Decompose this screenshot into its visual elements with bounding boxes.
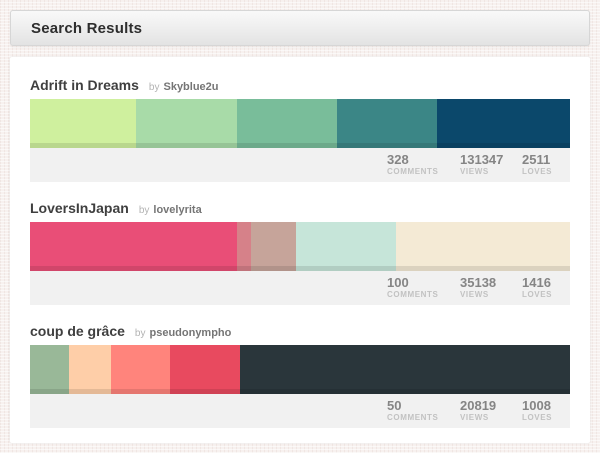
views-label: VIEWS <box>460 167 489 176</box>
color-swatch[interactable] <box>295 222 397 271</box>
comments-label: COMMENTS <box>387 167 439 176</box>
by-label: by <box>138 205 150 216</box>
palette-swatch-bar[interactable] <box>30 345 570 394</box>
color-swatch[interactable] <box>170 345 241 394</box>
color-swatch[interactable] <box>236 222 251 271</box>
loves-stat: 1008 LOVES <box>522 398 560 428</box>
loves-label: LOVES <box>522 290 553 299</box>
loves-count: 1008 <box>522 398 551 413</box>
loves-label: LOVES <box>522 167 553 176</box>
palette-swatch-bar[interactable] <box>30 222 570 271</box>
loves-count: 1416 <box>522 275 551 290</box>
views-count: 35138 <box>460 275 497 290</box>
loves-label: LOVES <box>522 413 553 422</box>
palette-stats-bar: 100 COMMENTS 35138 VIEWS 1416 LOVES <box>30 271 570 305</box>
loves-count: 2511 <box>522 152 551 167</box>
results-card: Adrift in Dreams by Skyblue2u 328 COMMEN… <box>10 57 590 443</box>
page-background: Search Results Adrift in Dreams by Skybl… <box>0 0 600 453</box>
color-swatch[interactable] <box>240 345 570 394</box>
views-count: 20819 <box>460 398 497 413</box>
palette-title-link[interactable]: coup de grâce <box>30 323 125 339</box>
palette-row: Adrift in Dreams by Skyblue2u 328 COMMEN… <box>30 77 570 182</box>
comments-label: COMMENTS <box>387 413 439 422</box>
comments-stat: 100 COMMENTS <box>387 275 460 305</box>
color-swatch[interactable] <box>110 345 171 394</box>
views-stat: 20819 VIEWS <box>460 398 522 428</box>
color-swatch[interactable] <box>236 99 337 148</box>
loves-stat: 2511 LOVES <box>522 152 560 182</box>
palette-swatch-bar[interactable] <box>30 99 570 148</box>
comments-label: COMMENTS <box>387 290 439 299</box>
views-count: 131347 <box>460 152 504 167</box>
palette-title-link[interactable]: LoversInJapan <box>30 200 129 216</box>
palette-title-link[interactable]: Adrift in Dreams <box>30 77 139 93</box>
loves-stat: 1416 LOVES <box>522 275 560 305</box>
comments-stat: 50 COMMENTS <box>387 398 460 428</box>
color-swatch[interactable] <box>250 222 296 271</box>
by-label: by <box>148 82 160 93</box>
color-swatch[interactable] <box>30 99 136 148</box>
views-stat: 131347 VIEWS <box>460 152 522 182</box>
comments-count: 50 <box>387 398 402 413</box>
color-swatch[interactable] <box>336 99 438 148</box>
palette-head: LoversInJapan by lovelyrita <box>30 200 570 216</box>
views-label: VIEWS <box>460 290 489 299</box>
palette-author-link[interactable]: pseudonympho <box>149 327 231 339</box>
palette-author-link[interactable]: Skyblue2u <box>163 81 218 93</box>
views-stat: 35138 VIEWS <box>460 275 522 305</box>
palette-head: Adrift in Dreams by Skyblue2u <box>30 77 570 93</box>
palette-author-link[interactable]: lovelyrita <box>153 204 201 216</box>
comments-stat: 328 COMMENTS <box>387 152 460 182</box>
palette-head: coup de grâce by pseudonympho <box>30 323 570 339</box>
color-swatch[interactable] <box>437 99 570 148</box>
color-swatch[interactable] <box>69 345 111 394</box>
palette-row: coup de grâce by pseudonympho 50 COMMENT… <box>30 323 570 428</box>
comments-count: 328 <box>387 152 409 167</box>
palette-stats-bar: 328 COMMENTS 131347 VIEWS 2511 LOVES <box>30 148 570 182</box>
by-label: by <box>134 328 146 339</box>
color-swatch[interactable] <box>30 222 237 271</box>
page-title: Search Results <box>31 19 143 37</box>
views-label: VIEWS <box>460 413 489 422</box>
palette-stats-bar: 50 COMMENTS 20819 VIEWS 1008 LOVES <box>30 394 570 428</box>
palette-row: LoversInJapan by lovelyrita 100 COMMENTS… <box>30 200 570 305</box>
color-swatch[interactable] <box>135 99 237 148</box>
search-results-header: Search Results <box>10 10 590 46</box>
comments-count: 100 <box>387 275 409 290</box>
color-swatch[interactable] <box>396 222 570 271</box>
color-swatch[interactable] <box>30 345 70 394</box>
